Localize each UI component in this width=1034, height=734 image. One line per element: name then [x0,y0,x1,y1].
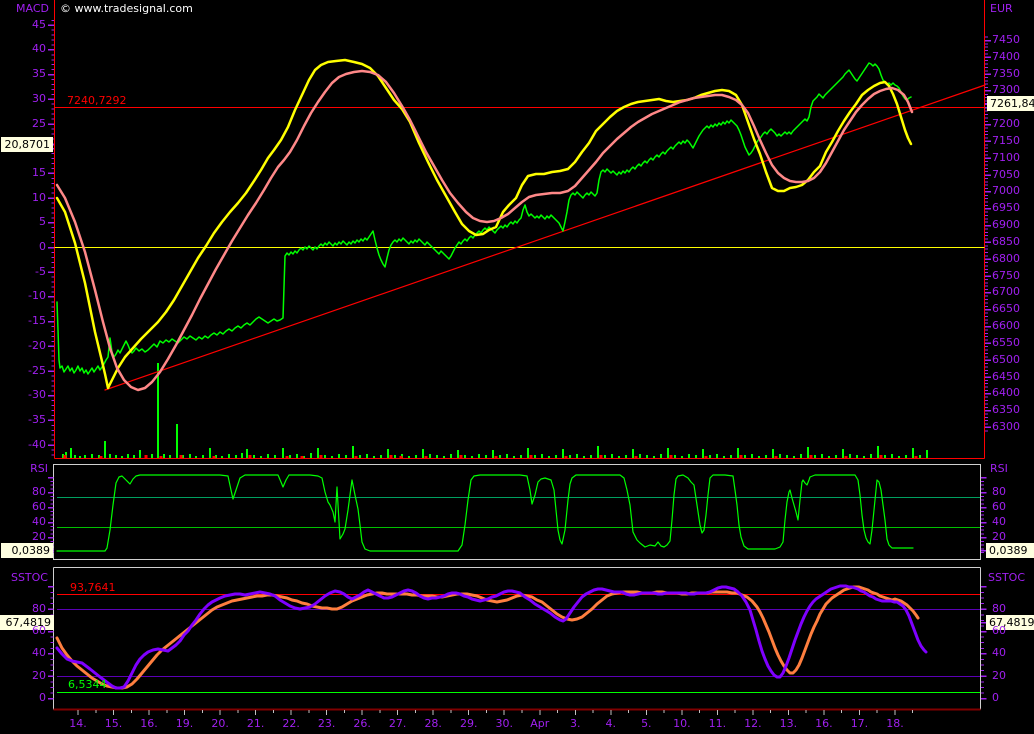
tradesignal-chart-window: MACD © www.tradesignal.com EUR 7240,7292… [0,0,1034,734]
date-tick-label: 26. [344,717,380,730]
date-tick-label: 3. [557,717,593,730]
date-tick-label: 4. [593,717,629,730]
date-tick-label: 14. [60,717,96,730]
date-tick-label: 12. [735,717,771,730]
sstoc-lower-level-label: 6,5344 [68,678,107,691]
eur-axis-tick-label: 6850 [992,235,1020,248]
eur-axis-tick-label: 6550 [992,336,1020,349]
date-tick-label: 27. [380,717,416,730]
date-tick-label: 30. [486,717,522,730]
rsi-axis-tick-label-left: 60 [0,500,46,513]
rsi-axis-tick-label-left: 20 [0,530,46,543]
copyright-text: © www.tradesignal.com [60,2,193,15]
macd-axis-tick-label: -40 [0,438,46,451]
date-tick-label: 22. [273,717,309,730]
rsi-axis-tick-label-right: 60 [992,500,1006,513]
sstoc-axis-tick-label-left: 40 [0,646,46,659]
macd-axis-tick-label: 0 [0,240,46,253]
macd-axis-tick-label: 35 [0,67,46,80]
macd-axis-tick-label: 40 [0,42,46,55]
date-tick-label: 21. [238,717,274,730]
date-tick-label: 13. [770,717,806,730]
eur-axis-tick-label: 6400 [992,386,1020,399]
date-tick-label: 11. [699,717,735,730]
chart-canvas[interactable] [0,0,1034,734]
date-tick-label: 16. [131,717,167,730]
rsi-axis-tick-label-left: 40 [0,515,46,528]
rsi-axis-tick-label-right: 20 [992,530,1006,543]
sstoc-axis-tick-label-left: 20 [0,669,46,682]
sstoc-axis-tick-label-left: 60 [0,624,46,637]
eur-axis-tick-label: 7050 [992,168,1020,181]
eur-axis-tick-label: 6500 [992,353,1020,366]
eur-axis-tick-label: 6650 [992,302,1020,315]
eur-axis-tick-label: 7100 [992,151,1020,164]
sstoc-axis-tick-label-right: 80 [992,602,1006,615]
macd-axis-tick-label: -10 [0,289,46,302]
macd-axis-tick-label: -35 [0,413,46,426]
rsi-current-value-badge-left: 0,0389 [1,543,53,558]
date-tick-label: 23. [309,717,345,730]
sstoc-axis-tick-label-right: 0 [992,691,999,704]
eur-axis-tick-label: 7300 [992,83,1020,96]
macd-current-value-badge: 20,8701 [1,137,53,152]
eur-axis-tick-label: 6700 [992,285,1020,298]
rsi-axis-tick-label-left: 80 [0,485,46,498]
eur-axis-tick-label: 6450 [992,370,1020,383]
sstoc-panel-title-left: SSTOC [0,571,48,584]
date-tick-label: 19. [167,717,203,730]
date-tick-label: Apr [522,717,558,730]
eur-axis-tick-label: 6750 [992,269,1020,282]
sstoc-axis-tick-label-right: 60 [992,624,1006,637]
macd-axis-tick-label: 15 [0,166,46,179]
date-tick-label: 28. [415,717,451,730]
eur-axis-tick-label: 6600 [992,319,1020,332]
eur-axis-tick-label: 7450 [992,33,1020,46]
date-tick-label: 16. [806,717,842,730]
macd-axis-tick-label: 5 [0,215,46,228]
date-tick-label: 5. [628,717,664,730]
sstoc-upper-level-label: 93,7641 [70,581,116,594]
rsi-panel-title-right: RSI [990,462,1008,475]
macd-axis-tick-label: -20 [0,339,46,352]
rsi-axis-tick-label-right: 40 [992,515,1006,528]
eur-axis-tick-label: 6900 [992,218,1020,231]
macd-panel-title: MACD [16,2,49,15]
macd-axis-tick-label: 10 [0,191,46,204]
macd-axis-tick-label: 30 [0,92,46,105]
eur-axis-tick-label: 6350 [992,403,1020,416]
date-tick-label: 18. [877,717,913,730]
rsi-panel-title-left: RSI [0,462,48,475]
sstoc-panel-title-right: SSTOC [988,571,1025,584]
eur-axis-tick-label: 7350 [992,67,1020,80]
date-tick-label: 15. [96,717,132,730]
rsi-axis-tick-label-right: 80 [992,485,1006,498]
date-tick-label: 17. [841,717,877,730]
macd-axis-tick-label: -25 [0,364,46,377]
price-current-value-badge: 7261,84 [987,96,1034,111]
eur-axis-tick-label: 7150 [992,134,1020,147]
macd-axis-tick-label: 45 [0,18,46,31]
eur-axis-tick-label: 7000 [992,184,1020,197]
macd-axis-tick-label: 25 [0,117,46,130]
rsi-current-value-badge-right: 0,0389 [986,543,1034,558]
sstoc-axis-tick-label-right: 40 [992,646,1006,659]
date-tick-label: 29. [451,717,487,730]
macd-axis-tick-label: -5 [0,265,46,278]
macd-axis-tick-label: -15 [0,314,46,327]
eur-axis-tick-label: 6950 [992,201,1020,214]
eur-axis-tick-label: 6300 [992,420,1020,433]
sstoc-axis-tick-label-left: 0 [0,691,46,704]
eur-axis-tick-label: 7200 [992,117,1020,130]
sstoc-axis-tick-label-right: 20 [992,669,1006,682]
sstoc-axis-tick-label-left: 80 [0,602,46,615]
macd-axis-tick-label: -30 [0,388,46,401]
date-tick-label: 10. [664,717,700,730]
eur-axis-title: EUR [990,2,1013,15]
date-tick-label: 20. [202,717,238,730]
eur-axis-tick-label: 6800 [992,252,1020,265]
resistance-level-label: 7240,7292 [67,94,127,107]
eur-axis-tick-label: 7400 [992,50,1020,63]
